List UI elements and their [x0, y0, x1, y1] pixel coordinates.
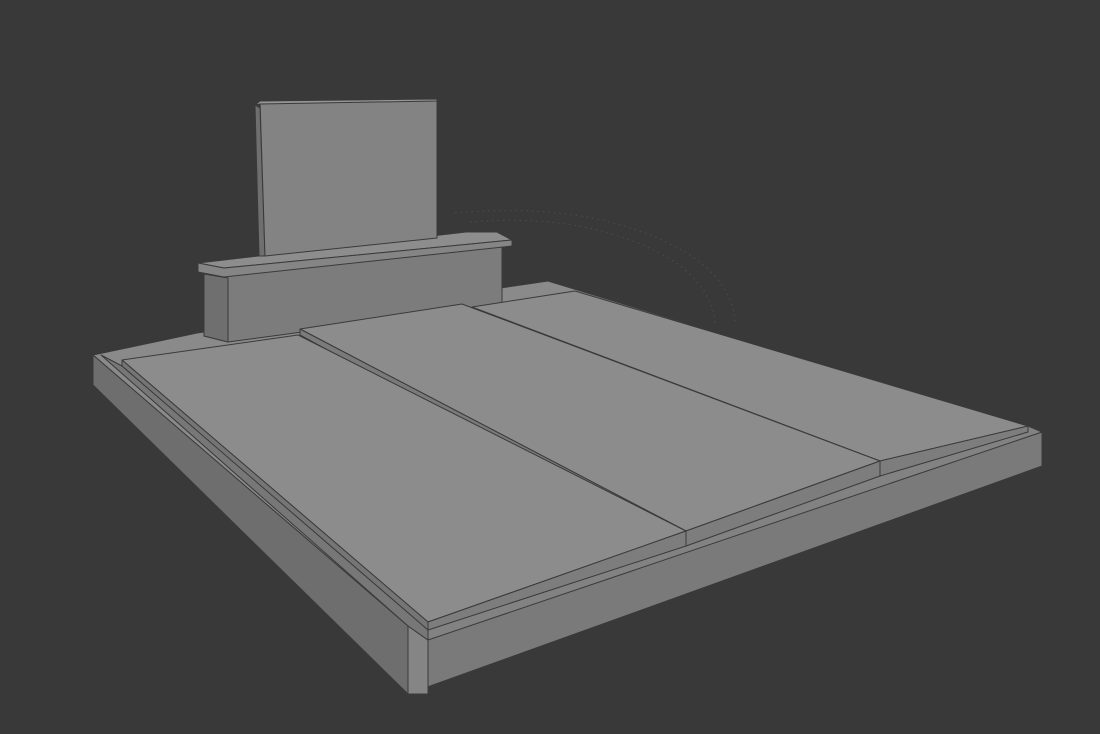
pedestal-side [203, 273, 229, 343]
headstone-front [259, 98, 438, 257]
3d-scene [92, 98, 1043, 695]
headstone-slab[interactable] [254, 98, 438, 257]
3d-viewport[interactable] [0, 0, 1100, 734]
